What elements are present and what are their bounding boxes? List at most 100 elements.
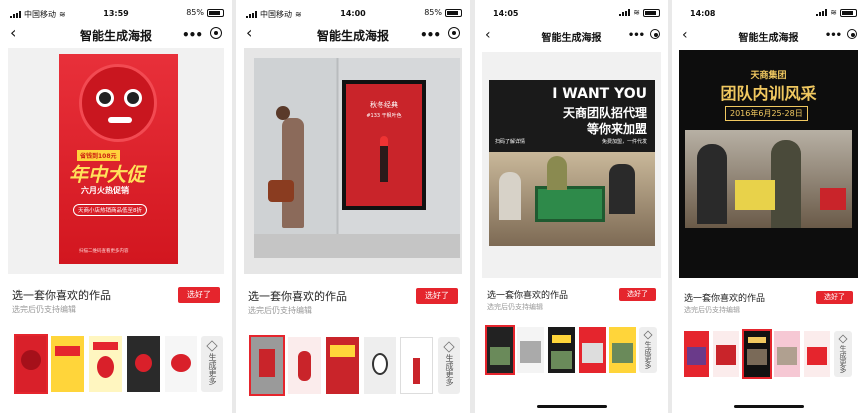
generate-more-button[interactable]: 生成更多 <box>834 331 852 377</box>
more-dots-icon[interactable]: ••• <box>420 28 441 42</box>
template-thumb[interactable] <box>684 331 709 377</box>
team-photo <box>489 152 655 246</box>
poster-right-note: 免费加盟，一件代发 <box>601 139 647 145</box>
team-photo <box>685 130 852 228</box>
template-thumb[interactable] <box>89 336 122 392</box>
nav-bar: ‹ 智能生成海报 ••• <box>475 24 668 48</box>
poster-headline: 年中大促 <box>69 164 146 186</box>
mascot-graphic <box>79 64 157 142</box>
target-icon[interactable] <box>847 29 857 39</box>
template-thumb[interactable] <box>165 336 197 392</box>
template-thumb[interactable] <box>14 334 48 394</box>
template-thumb[interactable] <box>609 327 636 373</box>
poster-sub: #133 干枫叶色 <box>366 113 402 119</box>
phone-screen-4: 14:08 ≋ ‹ 智能生成海报 ••• 天商集团 团队内训风采 2016年6月… <box>672 0 865 413</box>
template-thumb[interactable] <box>713 331 739 377</box>
battery-percent: 85% <box>186 8 204 17</box>
caption-title: 选一套你喜欢的作品 <box>487 291 569 301</box>
caption-title: 选一套你喜欢的作品 <box>248 290 347 303</box>
caption-subtitle: 选完后仍支持编辑 <box>248 306 312 315</box>
layers-icon <box>643 330 653 340</box>
poster-image: 天商集团 团队内训风采 2016年6月25-28日 <box>679 50 858 278</box>
wifi-icon: ≋ <box>830 8 837 17</box>
poster-preview: I WANT YOU 天商团队招代理 等你来加盟 扫码了解详情 免费加盟，一件代… <box>482 52 661 278</box>
target-icon[interactable] <box>650 29 660 39</box>
battery-icon <box>207 8 224 17</box>
nav-bar: ‹ 智能生成海报 ••• <box>0 22 232 46</box>
phone-screen-2: 中国移动 ≋ 14:00 85% ‹ 智能生成海报 ••• 秋冬经典 #133 干… <box>236 0 470 413</box>
poster-image: 省钱到108元 年中大促 六月火热促销 天商小店热销商品低至8折 扫描二维码查看… <box>59 54 178 264</box>
template-thumb[interactable] <box>400 337 433 394</box>
caption-subtitle: 选完后仍支持编辑 <box>487 303 543 311</box>
template-thumb[interactable] <box>485 325 515 375</box>
poster-preview: 天商集团 团队内训风采 2016年6月25-28日 <box>679 50 858 278</box>
poster-left-note: 扫码了解详情 <box>495 139 526 145</box>
more-dots-icon[interactable]: ••• <box>628 30 645 41</box>
poster-footer: 扫描二维码查看更多内容 <box>79 249 129 254</box>
caption-title: 选一套你喜欢的作品 <box>12 289 111 302</box>
generate-more-button[interactable]: 生成更多 <box>438 337 460 394</box>
handbag <box>268 180 294 202</box>
poster-tagline: 天商小店热销商品低至8折 <box>73 204 148 216</box>
template-thumb[interactable] <box>249 335 285 396</box>
template-thumb[interactable] <box>51 336 84 392</box>
poster-headline: 团队内训风采 <box>720 84 817 103</box>
confirm-button[interactable]: 选好了 <box>416 288 458 304</box>
generate-more-button[interactable]: 生成更多 <box>201 336 223 392</box>
status-bar: 14:08 ≋ <box>672 0 865 26</box>
template-thumb[interactable] <box>548 327 575 373</box>
poster-date: 2016年6月25-28日 <box>725 106 808 121</box>
poster-frame: 秋冬经典 #133 干枫叶色 <box>342 80 426 210</box>
walking-person <box>282 118 304 228</box>
template-thumb[interactable] <box>742 329 772 379</box>
template-thumb[interactable] <box>326 337 359 394</box>
template-thumb[interactable] <box>517 327 544 373</box>
template-thumb[interactable] <box>127 336 160 392</box>
poster-image: I WANT YOU 天商团队招代理 等你来加盟 扫码了解详情 免费加盟，一件代… <box>489 80 655 246</box>
layers-icon <box>206 340 218 352</box>
template-thumb[interactable] <box>579 327 606 373</box>
poster-line-3: 等你来加盟 <box>586 122 647 136</box>
battery-percent: 85% <box>424 8 442 17</box>
wifi-icon: ≋ <box>633 8 640 17</box>
generate-more-label: 生成更多 <box>445 354 454 386</box>
layers-icon <box>838 334 848 344</box>
poster-line-2: 天商团队招代理 <box>562 106 647 120</box>
poster-title: 秋冬经典 <box>370 101 398 109</box>
generate-more-button[interactable]: 生成更多 <box>639 327 657 373</box>
generate-more-label: 生成更多 <box>839 345 847 373</box>
battery-icon <box>643 8 660 17</box>
confirm-button[interactable]: 选好了 <box>619 288 656 301</box>
phone-screen-1: 中国移动 ≋ 13:59 85% ‹ 智能生成海报 ••• 省钱到108元 年中大… <box>0 0 232 413</box>
layers-icon <box>443 341 455 353</box>
screenshot-collage: 中国移动 ≋ 13:59 85% ‹ 智能生成海报 ••• 省钱到108元 年中大… <box>0 0 865 413</box>
target-icon[interactable] <box>448 27 460 39</box>
template-thumb[interactable] <box>774 331 800 377</box>
home-indicator <box>536 405 607 408</box>
template-thumb[interactable] <box>364 337 396 394</box>
poster-line-1: I WANT YOU <box>552 86 647 102</box>
confirm-button[interactable]: 选好了 <box>178 287 220 303</box>
caption-subtitle: 选完后仍支持编辑 <box>12 305 76 314</box>
confirm-button[interactable]: 选好了 <box>816 291 853 304</box>
lipstick-graphic <box>380 136 388 182</box>
generate-more-label: 生成更多 <box>644 341 652 369</box>
poster-preview: 省钱到108元 年中大促 六月火热促销 天商小店热销商品低至8折 扫描二维码查看… <box>8 48 224 274</box>
template-thumb[interactable] <box>804 331 830 377</box>
target-icon[interactable] <box>210 27 222 39</box>
nav-bar: ‹ 智能生成海报 ••• <box>236 22 470 46</box>
status-bar: 14:05 ≋ <box>475 0 668 26</box>
poster-preview: 秋冬经典 #133 干枫叶色 <box>244 48 462 274</box>
photo-background: 秋冬经典 #133 干枫叶色 <box>254 58 460 258</box>
template-thumb[interactable] <box>288 337 321 394</box>
caption-title: 选一套你喜欢的作品 <box>684 294 766 304</box>
generate-more-label: 生成更多 <box>208 353 217 385</box>
battery-icon <box>445 8 462 17</box>
more-dots-icon[interactable]: ••• <box>825 30 842 41</box>
poster-subline: 六月火热促销 <box>81 186 129 195</box>
signal-icon <box>816 9 828 16</box>
signal-icon <box>619 9 631 16</box>
nav-bar: ‹ 智能生成海报 ••• <box>672 24 865 48</box>
home-indicator <box>733 405 804 408</box>
more-dots-icon[interactable]: ••• <box>182 28 203 42</box>
